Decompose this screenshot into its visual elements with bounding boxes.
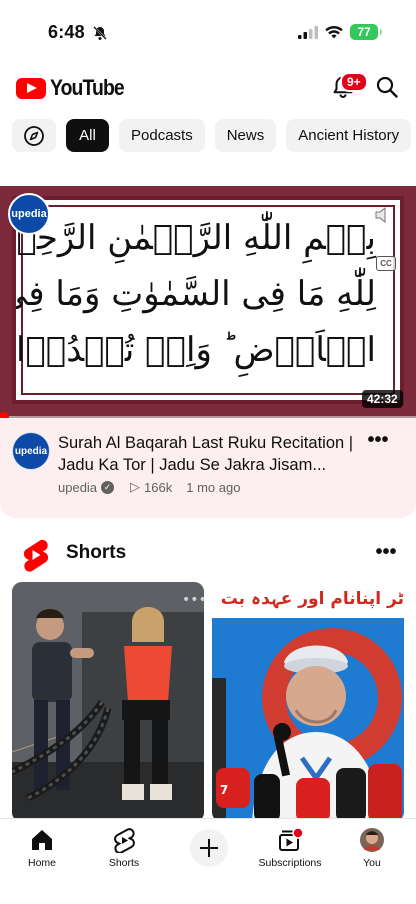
video-thumbnail[interactable]: بِسۡمِ اللّٰهِ الرَّحۡمٰنِ الرَّحِيۡمِ ل… <box>0 186 416 418</box>
wifi-icon <box>325 25 343 39</box>
progress-track <box>0 416 416 418</box>
youtube-play-icon <box>16 77 46 99</box>
battery-indicator: 77 <box>350 24 382 40</box>
volume-icon[interactable] <box>374 206 396 224</box>
svg-text:7: 7 <box>220 783 228 797</box>
bottom-nav: Home Shorts Subscriptions You <box>0 818 416 904</box>
bell-slash-icon <box>93 26 107 40</box>
subscriptions-icon <box>279 827 304 851</box>
short-header-text: ٹر اپنانام اور عہدہ بت <box>212 582 404 622</box>
shorts-header: Shorts ••• <box>0 538 416 572</box>
notification-badge: 9+ <box>340 72 368 92</box>
compass-icon <box>24 125 44 146</box>
chip-podcasts[interactable]: Podcasts <box>119 119 205 152</box>
shorts-more-button[interactable]: ••• <box>374 542 398 568</box>
verified-icon: ✓ <box>101 480 115 494</box>
thumbnail-line-2: لِلّٰهِ مَا فِى السَّمٰوٰتِ وَمَا فِى <box>16 274 376 314</box>
video-title[interactable]: Surah Al Baqarah Last Ruku Recitation | … <box>58 432 363 476</box>
thumbnail-channel-badge: upedia <box>8 193 50 235</box>
plus-icon <box>200 839 218 857</box>
thumbnail-line-3: الۡاَرۡضِ ؕ وَاِنۡ تُبۡدُوۡا مَا فِىۡۤ <box>16 330 376 370</box>
channel-avatar[interactable]: upedia <box>12 432 50 470</box>
nav-you-label: You <box>363 857 381 869</box>
explore-chip[interactable] <box>12 119 56 152</box>
status-bar: 6:48 77 <box>0 0 416 62</box>
create-button[interactable] <box>190 829 228 867</box>
nav-you[interactable]: You <box>332 827 412 869</box>
short-thumbnail-gym: ••• <box>12 582 204 822</box>
chip-news[interactable]: News <box>214 119 277 152</box>
nav-subscriptions[interactable]: Subscriptions <box>250 827 330 869</box>
chip-all[interactable]: All <box>66 119 109 152</box>
shorts-icon <box>23 539 49 572</box>
filter-chips: All Podcasts News Ancient History <box>12 119 412 153</box>
short-thumbnail-press: 7 <box>212 618 404 822</box>
video-subtitle: upedia ✓ ▷ 166k 1 mo ago <box>58 479 240 495</box>
upload-age: 1 mo ago <box>186 479 241 495</box>
short-card-press[interactable]: ٹر اپنانام اور عہدہ بت 7 <box>212 582 404 822</box>
video-duration: 42:32 <box>362 390 403 408</box>
youtube-logo[interactable]: YouTube <box>16 75 134 101</box>
view-count: 166k <box>144 479 173 495</box>
home-icon <box>32 830 52 850</box>
status-time: 6:48 <box>48 22 85 42</box>
nav-shorts[interactable]: Shorts <box>84 827 164 869</box>
play-icon: ▷ <box>130 479 141 494</box>
cellular-signal-icon <box>298 26 318 39</box>
channel-name[interactable]: upedia <box>58 480 97 495</box>
thumbnail-frame: بِسۡمِ اللّٰهِ الرَّحۡمٰنِ الرَّحِيۡمِ ل… <box>12 196 404 404</box>
progress-dot[interactable] <box>0 412 9 418</box>
shorts-icon <box>114 828 135 853</box>
avatar <box>360 828 384 852</box>
video-more-button[interactable]: ••• <box>366 430 390 456</box>
app-header: YouTube 9+ <box>0 66 416 110</box>
short-card-gym[interactable]: ••• <box>12 582 204 822</box>
svg-text:•••: ••• <box>182 592 204 608</box>
chip-ancient-history[interactable]: Ancient History <box>286 119 412 152</box>
cc-icon[interactable]: CC <box>376 256 396 271</box>
battery-level: 77 <box>357 25 371 39</box>
nav-subscriptions-label: Subscriptions <box>258 857 322 869</box>
thumbnail-text: بِسۡمِ اللّٰهِ الرَّحۡمٰنِ الرَّحِيۡمِ ل… <box>16 210 400 378</box>
shorts-title: Shorts <box>66 542 127 563</box>
nav-home[interactable]: Home <box>2 827 82 869</box>
thumbnail-line-1: بِسۡمِ اللّٰهِ الرَّحۡمٰنِ الرَّحِيۡمِ <box>16 218 376 258</box>
logo-text: YouTube <box>50 75 125 100</box>
nav-shorts-label: Shorts <box>108 857 140 869</box>
search-icon[interactable] <box>375 75 399 99</box>
nav-home-label: Home <box>27 857 56 869</box>
